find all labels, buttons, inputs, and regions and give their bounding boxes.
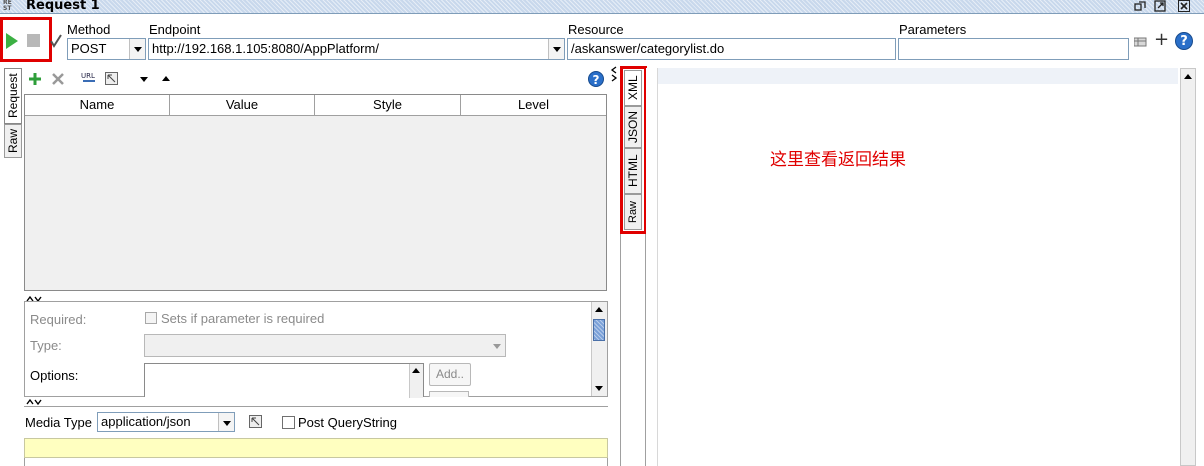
check-icon[interactable] xyxy=(50,34,62,48)
delete-icon[interactable] xyxy=(51,72,65,86)
params-table[interactable]: Name Value Style Level xyxy=(24,94,607,291)
method-label: Method xyxy=(67,22,111,37)
column-header-value[interactable]: Value xyxy=(170,95,315,115)
tab-request[interactable]: Request xyxy=(4,68,22,124)
required-checkbox[interactable] xyxy=(145,312,157,324)
chevron-down-icon[interactable] xyxy=(548,39,564,59)
response-gutter xyxy=(646,68,658,466)
post-querystring-label: Post QueryString xyxy=(298,415,397,430)
play-icon[interactable] xyxy=(5,33,19,49)
type-select[interactable] xyxy=(144,334,506,357)
window-title-bar xyxy=(0,0,1204,14)
chevron-down-icon[interactable] xyxy=(218,413,234,431)
response-current-line xyxy=(658,68,1178,84)
stop-icon[interactable] xyxy=(27,34,40,47)
parameters-input[interactable] xyxy=(898,38,1129,60)
response-annotation: 这里查看返回结果 xyxy=(770,150,906,170)
parameters-label: Parameters xyxy=(899,22,967,37)
required-label: Required: xyxy=(30,312,87,327)
plus-icon[interactable] xyxy=(28,72,42,86)
scrollbar-thumb[interactable] xyxy=(593,319,605,341)
chevron-down-icon[interactable] xyxy=(129,39,145,59)
resize-icon[interactable] xyxy=(105,72,118,85)
column-header-level[interactable]: Level xyxy=(461,95,606,115)
endpoint-label: Endpoint xyxy=(149,22,201,37)
scroll-up-icon[interactable] xyxy=(1184,74,1192,79)
resize-icon[interactable] xyxy=(249,415,262,428)
media-type-label: Media Type xyxy=(25,415,92,430)
restore-icon[interactable] xyxy=(1134,0,1146,12)
close-icon[interactable] xyxy=(1178,0,1190,12)
options-label: Options: xyxy=(30,368,79,383)
help-icon[interactable]: ? xyxy=(588,71,604,87)
add-option-button[interactable]: Add.. xyxy=(429,363,471,386)
post-querystring-checkbox[interactable] xyxy=(282,416,295,429)
column-header-name[interactable]: Name xyxy=(25,95,170,115)
chevron-up-icon[interactable] xyxy=(162,76,170,81)
details-scrollbar[interactable] xyxy=(591,302,607,396)
options-scrollbar[interactable] xyxy=(409,364,423,398)
splitter-toggle[interactable] xyxy=(26,292,46,303)
svg-text:URL: URL xyxy=(81,72,95,80)
tab-raw[interactable]: Raw xyxy=(4,124,22,158)
parameters-table-icon[interactable] xyxy=(1133,36,1148,48)
splitter-bar[interactable] xyxy=(24,397,608,407)
resource-input[interactable]: /askanswer/categorylist.do xyxy=(567,38,896,60)
type-label: Type: xyxy=(30,338,62,353)
column-header-style[interactable]: Style xyxy=(315,95,461,115)
rest-logo-icon: RE ST xyxy=(3,0,12,12)
response-viewer[interactable] xyxy=(658,68,1178,466)
response-scrollbar[interactable] xyxy=(1180,68,1196,466)
request-body-area[interactable] xyxy=(24,458,608,466)
request-body-editor[interactable] xyxy=(24,438,608,458)
help-icon[interactable]: ? xyxy=(1175,32,1193,50)
resource-label: Resource xyxy=(568,22,624,37)
method-value: POST xyxy=(71,41,107,56)
chevron-down-icon[interactable] xyxy=(140,77,148,82)
maximize-icon[interactable] xyxy=(1154,0,1166,12)
chevron-down-icon xyxy=(493,344,501,349)
method-select[interactable]: POST xyxy=(67,38,146,60)
endpoint-combo[interactable]: http://192.168.1.105:8080/AppPlatform/ xyxy=(148,38,565,60)
window-title: Request 1 xyxy=(26,0,100,13)
response-tabs-highlight xyxy=(620,66,647,234)
uri-icon[interactable]: URL xyxy=(81,71,97,85)
media-type-combo[interactable]: application/json xyxy=(97,412,235,432)
endpoint-value: http://192.168.1.105:8080/AppPlatform/ xyxy=(152,41,379,56)
media-type-value: application/json xyxy=(101,414,191,429)
panel-divider[interactable] xyxy=(610,66,618,466)
options-list[interactable] xyxy=(144,363,424,398)
add-parameter-button[interactable]: + xyxy=(1154,30,1169,50)
required-checkbox-text: Sets if parameter is required xyxy=(161,311,325,326)
params-table-header: Name Value Style Level xyxy=(25,95,606,116)
